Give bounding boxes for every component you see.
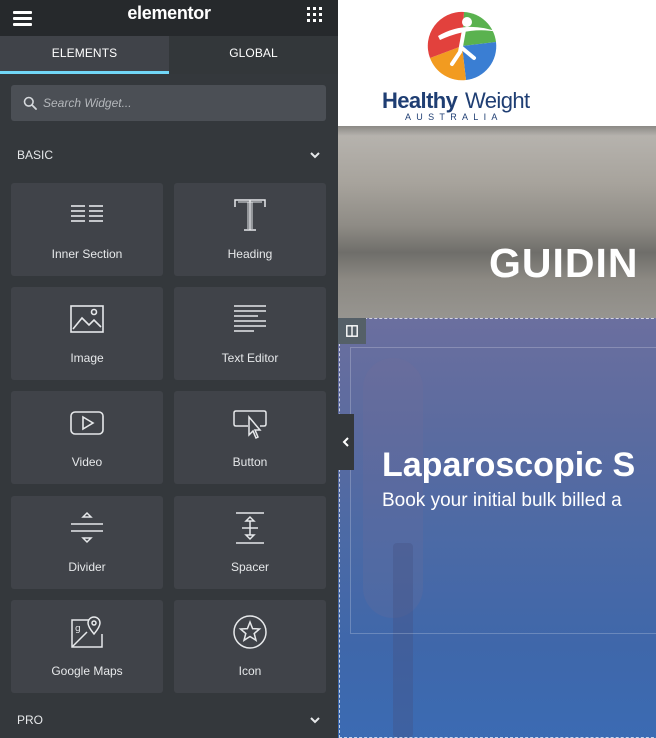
section-heading: Laparoscopic S [382,446,636,484]
spacer-icon [236,512,264,544]
preview-canvas: Healthy Weight AUSTRALIA GUIDIN Laparosc… [338,0,656,738]
image-icon [70,305,104,333]
widgets-grid-icon[interactable] [306,6,324,24]
content-section[interactable]: Laparoscopic S Book your initial bulk bi… [338,318,656,738]
widget-label: Icon [238,664,262,678]
widget-label: Inner Section [51,247,123,261]
panel-header: elementor [0,0,338,36]
widget-image[interactable]: Image [11,287,163,380]
section-outline [339,318,656,738]
inner-section-icon [71,205,103,222]
widget-google-maps[interactable]: g Google Maps [11,600,163,693]
hero-shadow [338,126,656,136]
hero-banner: GUIDIN [338,126,656,318]
tab-elements[interactable]: ELEMENTS [0,36,169,74]
widget-icon[interactable]: Icon [174,600,326,693]
chevron-down-icon [310,152,320,159]
widget-label: Heading [227,247,273,261]
widget-label: Image [70,351,104,365]
widget-heading[interactable]: Heading [174,183,326,276]
widget-inner-section[interactable]: Inner Section [11,183,163,276]
chevron-down-icon [310,717,320,724]
star-icon [233,615,267,649]
text-editor-icon [234,305,266,332]
logo-word-healthy: Healthy [382,88,458,113]
tab-global[interactable]: GLOBAL [169,36,338,74]
widget-label: Divider [68,560,106,574]
button-icon [233,410,267,440]
section-subtext: Book your initial bulk billed a [382,490,622,511]
svg-text:g: g [75,624,81,634]
widget-label: Spacer [230,560,270,574]
site-header: Healthy Weight AUSTRALIA [338,0,656,126]
category-title: PRO [17,713,44,727]
category-pro[interactable]: PRO [0,708,338,732]
site-logo[interactable]: Healthy Weight AUSTRALIA [380,8,545,122]
widget-label: Button [232,455,268,469]
category-title: BASIC [17,148,54,162]
widget-label: Google Maps [51,664,123,678]
widget-divider[interactable]: Divider [11,496,163,589]
category-basic[interactable]: BASIC [0,143,338,167]
collapse-panel-button[interactable] [338,414,354,470]
section-handle[interactable] [338,318,366,344]
widget-text-editor[interactable]: Text Editor [174,287,326,380]
search-widget-input[interactable] [43,85,313,121]
widget-label: Video [71,455,103,469]
widget-video[interactable]: Video [11,391,163,484]
widget-label: Text Editor [221,351,279,365]
search-icon [23,96,37,110]
columns-icon [346,325,358,337]
elementor-logo: elementor [127,3,211,23]
widget-button[interactable]: Button [174,391,326,484]
hero-title: GUIDIN [489,240,639,286]
widget-spacer[interactable]: Spacer [174,496,326,589]
heading-icon [234,199,266,231]
logo-emblem-icon [427,11,498,81]
panel-tabs: ELEMENTS GLOBAL [0,36,338,74]
search-box[interactable] [11,85,326,121]
video-icon [70,411,104,435]
divider-icon [71,511,103,544]
logo-subtitle: AUSTRALIA [405,112,503,122]
logo-word-weight: Weight [465,88,530,113]
elementor-panel: elementor ELEMENTS GLOBAL BASIC In [0,0,338,738]
google-maps-icon: g [71,616,103,648]
chevron-left-icon [342,437,349,447]
